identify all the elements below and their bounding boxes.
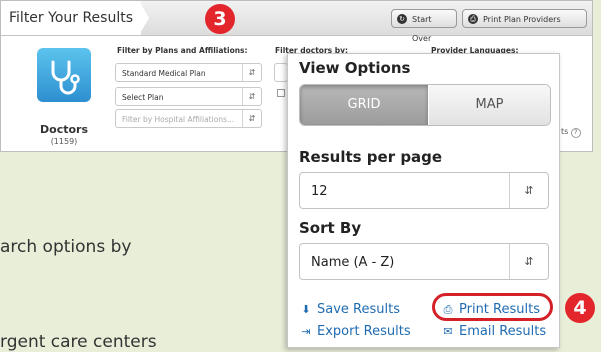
select-arrows-icon: ⇵ xyxy=(242,88,261,105)
doctors-filter-select[interactable] xyxy=(274,63,288,82)
background-text-2: rgent care centers xyxy=(0,332,157,352)
plans-filter-title: Filter by Plans and Affiliations: xyxy=(117,46,248,55)
filter-header: Filter Your Results ↻ Start Over ⎙ Print… xyxy=(1,1,592,43)
view-options-title: View Options xyxy=(299,59,411,77)
print-results-highlight xyxy=(432,293,553,321)
filter-title: Filter Your Results xyxy=(1,1,141,35)
step-badge-4: 4 xyxy=(565,293,595,323)
select-arrows-icon: ⇵ xyxy=(509,173,548,208)
doctors-count: (1159) xyxy=(50,137,78,146)
export-results-label: Export Results xyxy=(317,324,411,339)
print-icon: ⎙ xyxy=(468,14,478,24)
doctors-label: Doctors xyxy=(40,123,88,136)
filter-title-chevron-icon xyxy=(139,1,149,35)
sort-by-title: Sort By xyxy=(299,219,362,237)
download-icon: ⬇ xyxy=(301,303,311,316)
select-arrows-icon: ⇵ xyxy=(242,110,261,127)
start-over-label: Start Over xyxy=(412,15,432,43)
doctors-filter-checkbox[interactable] xyxy=(277,89,285,97)
languages-fragment-text: ts xyxy=(561,127,569,136)
step-badge-3: 3 xyxy=(205,4,235,34)
save-results-link[interactable]: ⬇ Save Results xyxy=(299,302,400,317)
view-mode-toggle: GRID MAP xyxy=(299,84,551,126)
stethoscope-icon[interactable] xyxy=(37,48,91,102)
hospital-affiliation-input[interactable]: Filter by Hospital Affiliations... ⇵ xyxy=(115,109,262,128)
results-per-page-title: Results per page xyxy=(299,148,443,166)
help-icon[interactable]: ? xyxy=(570,128,581,138)
envelope-icon: ✉ xyxy=(443,325,453,338)
export-icon: ⇥ xyxy=(301,325,311,338)
hospital-affiliation-placeholder: Filter by Hospital Affiliations... xyxy=(122,115,235,124)
grid-view-button[interactable]: GRID xyxy=(300,85,428,125)
print-plan-providers-label: Print Plan Providers xyxy=(483,15,561,24)
results-per-page-select[interactable]: 12 ⇵ xyxy=(299,172,549,209)
medical-plan-select[interactable]: Standard Medical Plan ⇵ xyxy=(115,63,262,82)
map-view-button[interactable]: MAP xyxy=(429,85,550,125)
sort-by-value: Name (A - Z) xyxy=(311,255,395,270)
email-results-link[interactable]: ✉ Email Results xyxy=(441,324,546,339)
email-results-label: Email Results xyxy=(459,324,547,339)
select-plan-select[interactable]: Select Plan ⇵ xyxy=(115,87,262,106)
select-arrows-icon: ⇵ xyxy=(509,244,548,279)
start-over-button[interactable]: ↻ Start Over xyxy=(391,9,457,43)
print-plan-providers-button[interactable]: ⎙ Print Plan Providers xyxy=(462,9,587,28)
results-per-page-value: 12 xyxy=(311,184,328,199)
save-results-label: Save Results xyxy=(317,302,400,317)
languages-fragment: ts ? xyxy=(561,127,581,138)
sort-by-select[interactable]: Name (A - Z) ⇵ xyxy=(299,243,549,280)
select-arrows-icon: ⇵ xyxy=(242,64,261,81)
background-text-1: arch options by xyxy=(0,237,132,257)
medical-plan-value: Standard Medical Plan xyxy=(122,69,206,78)
select-plan-value: Select Plan xyxy=(122,93,164,102)
refresh-icon: ↻ xyxy=(397,14,407,24)
export-results-link[interactable]: ⇥ Export Results xyxy=(299,324,411,339)
